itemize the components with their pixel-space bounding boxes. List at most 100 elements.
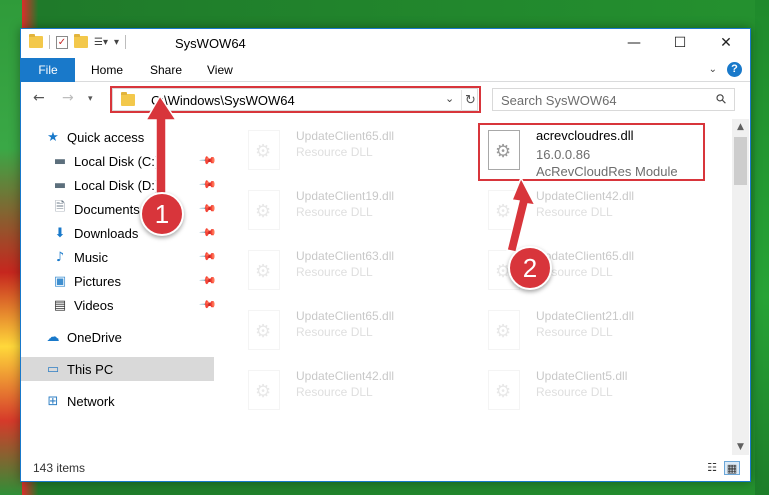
file-item[interactable]: UpdateClient42.dll Resource DLL [476,185,706,239]
dll-file-icon [248,310,280,350]
file-name: UpdateClient65.dll [296,309,395,323]
file-type: Resource DLL [296,385,373,399]
navigation-bar: ← → ▾ ↑ C:\Windows\SysWOW64 ⌄ ↻ Search S… [21,85,750,115]
sidebar-item-label: Videos [74,297,114,313]
sidebar-item-label: Music [74,249,108,265]
forward-arrow-icon[interactable]: → [62,90,74,106]
pin-icon: 📌 [198,175,218,194]
dll-file-icon [248,130,280,170]
cloud-icon: ☁ [46,329,60,345]
scroll-up-icon[interactable]: ▲ [732,119,749,135]
file-name: UpdateClient21.dll [536,309,635,323]
sidebar-item-videos[interactable]: ▤ Videos 📌 [21,293,218,317]
drive-icon: ▬ [53,153,67,169]
sidebar-item-network[interactable]: ⊞ Network [21,389,214,413]
file-type: Resource DLL [296,265,373,279]
view-switcher: ☷ ▦ [704,461,740,475]
large-icons-view-icon[interactable]: ▦ [724,461,740,475]
chevron-down-icon[interactable]: ▾ [114,37,119,48]
recent-locations-chevron-icon[interactable]: ▾ [88,94,93,104]
drive-icon: ▬ [53,177,67,193]
ribbon-controls: ⌄ ? [709,62,742,77]
desktop-background-left [0,0,22,495]
file-list: UpdateClient65.dll Resource DLL UpdateCl… [226,119,731,455]
sidebar-item-label: OneDrive [67,329,122,345]
file-name: UpdateClient65.dll [296,129,395,143]
search-icon[interactable]: ⚲ [714,91,731,108]
sidebar-item-music[interactable]: ♪ Music 📌 [21,245,218,269]
help-icon[interactable]: ? [727,62,742,77]
new-folder-icon[interactable] [74,34,88,48]
sidebar-item-label: Quick access [67,129,145,145]
sidebar-item-onedrive[interactable]: ☁ OneDrive [21,325,214,349]
back-arrow-icon[interactable]: ← [33,90,45,106]
file-item[interactable]: UpdateClient65.dll Resource DLL [236,305,466,359]
sidebar-item-label: This PC [67,361,114,377]
divider [125,35,127,49]
sidebar-item-local-disk-c[interactable]: ▬ Local Disk (C:) 📌 [21,149,218,173]
file-type: Resource DLL [536,385,613,399]
search-input[interactable]: Search SysWOW64 [501,93,617,108]
file-name: UpdateClient42.dll [296,369,395,383]
properties-icon[interactable]: ✓ [56,35,68,49]
expand-ribbon-icon[interactable]: ⌄ [709,64,717,75]
download-icon: ⬇ [54,225,66,241]
sidebar-item-downloads[interactable]: ⬇ Downloads 📌 [21,221,218,245]
scroll-thumb[interactable] [734,137,747,185]
divider [49,35,50,49]
pin-icon: 📌 [198,223,218,242]
pin-icon: 📌 [198,295,218,314]
address-bar-highlight [110,86,481,113]
details-view-icon[interactable]: ☷ [704,461,720,475]
tab-view[interactable]: View [207,58,233,82]
step-1-callout: 1 [140,192,184,236]
file-item[interactable]: UpdateClient65.dll Resource DLL [236,125,466,179]
sidebar-item-quick-access[interactable]: ★ Quick access [21,125,214,149]
explorer-window: ✓ ☰▾ ▾ SysWOW64 — ☐ ✕ File Home Share Vi… [20,28,751,482]
sidebar-item-pictures[interactable]: ▣ Pictures 📌 [21,269,217,293]
dll-file-icon [248,250,280,290]
dll-file-icon [488,190,520,230]
file-name: UpdateClient19.dll [296,189,395,203]
file-type: Resource DLL [536,205,613,219]
file-item[interactable]: UpdateClient42.dll Resource DLL [236,365,466,419]
pin-icon: 📌 [198,151,218,170]
customize-toolbar-icon[interactable]: ☰▾ [94,37,108,48]
tab-file[interactable]: File [21,58,75,82]
pin-icon: 📌 [198,199,218,218]
sidebar-item-label: Documents [74,201,140,217]
folder-icon [29,34,43,48]
file-item[interactable]: UpdateClient21.dll Resource DLL [476,305,706,359]
close-button[interactable]: ✕ [703,29,749,58]
file-item[interactable]: UpdateClient19.dll Resource DLL [236,185,466,239]
pin-icon: 📌 [198,247,218,266]
file-item[interactable]: UpdateClient63.dll Resource DLL [236,245,466,299]
tab-home[interactable]: Home [91,58,123,82]
sidebar-item-label: Local Disk (C:) [74,153,160,169]
vertical-scrollbar[interactable]: ▲ ▼ [732,119,749,455]
file-item[interactable]: UpdateClient5.dll Resource DLL [476,365,706,419]
sidebar-item-this-pc[interactable]: ▭ This PC [21,357,214,381]
search-box[interactable]: Search SysWOW64 ⚲ [492,88,735,111]
file-type: Resource DLL [296,205,373,219]
dll-file-icon [248,370,280,410]
navigation-pane: ★ Quick access ▬ Local Disk (C:) 📌 ▬ Loc… [21,119,218,455]
title-bar: ✓ ☰▾ ▾ SysWOW64 — ☐ ✕ [21,29,750,58]
network-icon: ⊞ [47,393,59,409]
tab-share[interactable]: Share [150,58,182,82]
scroll-down-icon[interactable]: ▼ [732,439,749,455]
desktop-background-right [755,0,769,495]
minimize-button[interactable]: — [611,29,657,58]
dll-file-icon [488,310,520,350]
item-count: 143 items [33,461,86,475]
music-icon: ♪ [55,249,65,265]
status-bar: 143 items ☷ ▦ [21,457,750,481]
sidebar-item-documents[interactable]: 🗎 Documents 📌 [21,197,218,221]
videos-icon: ▤ [53,297,67,313]
file-name: UpdateClient5.dll [536,369,628,383]
maximize-button[interactable]: ☐ [657,29,703,58]
file-type: Resource DLL [296,145,373,159]
sidebar-item-local-disk-d[interactable]: ▬ Local Disk (D:) 📌 [21,173,218,197]
window-title: SysWOW64 [175,36,246,51]
dll-file-icon [488,370,520,410]
